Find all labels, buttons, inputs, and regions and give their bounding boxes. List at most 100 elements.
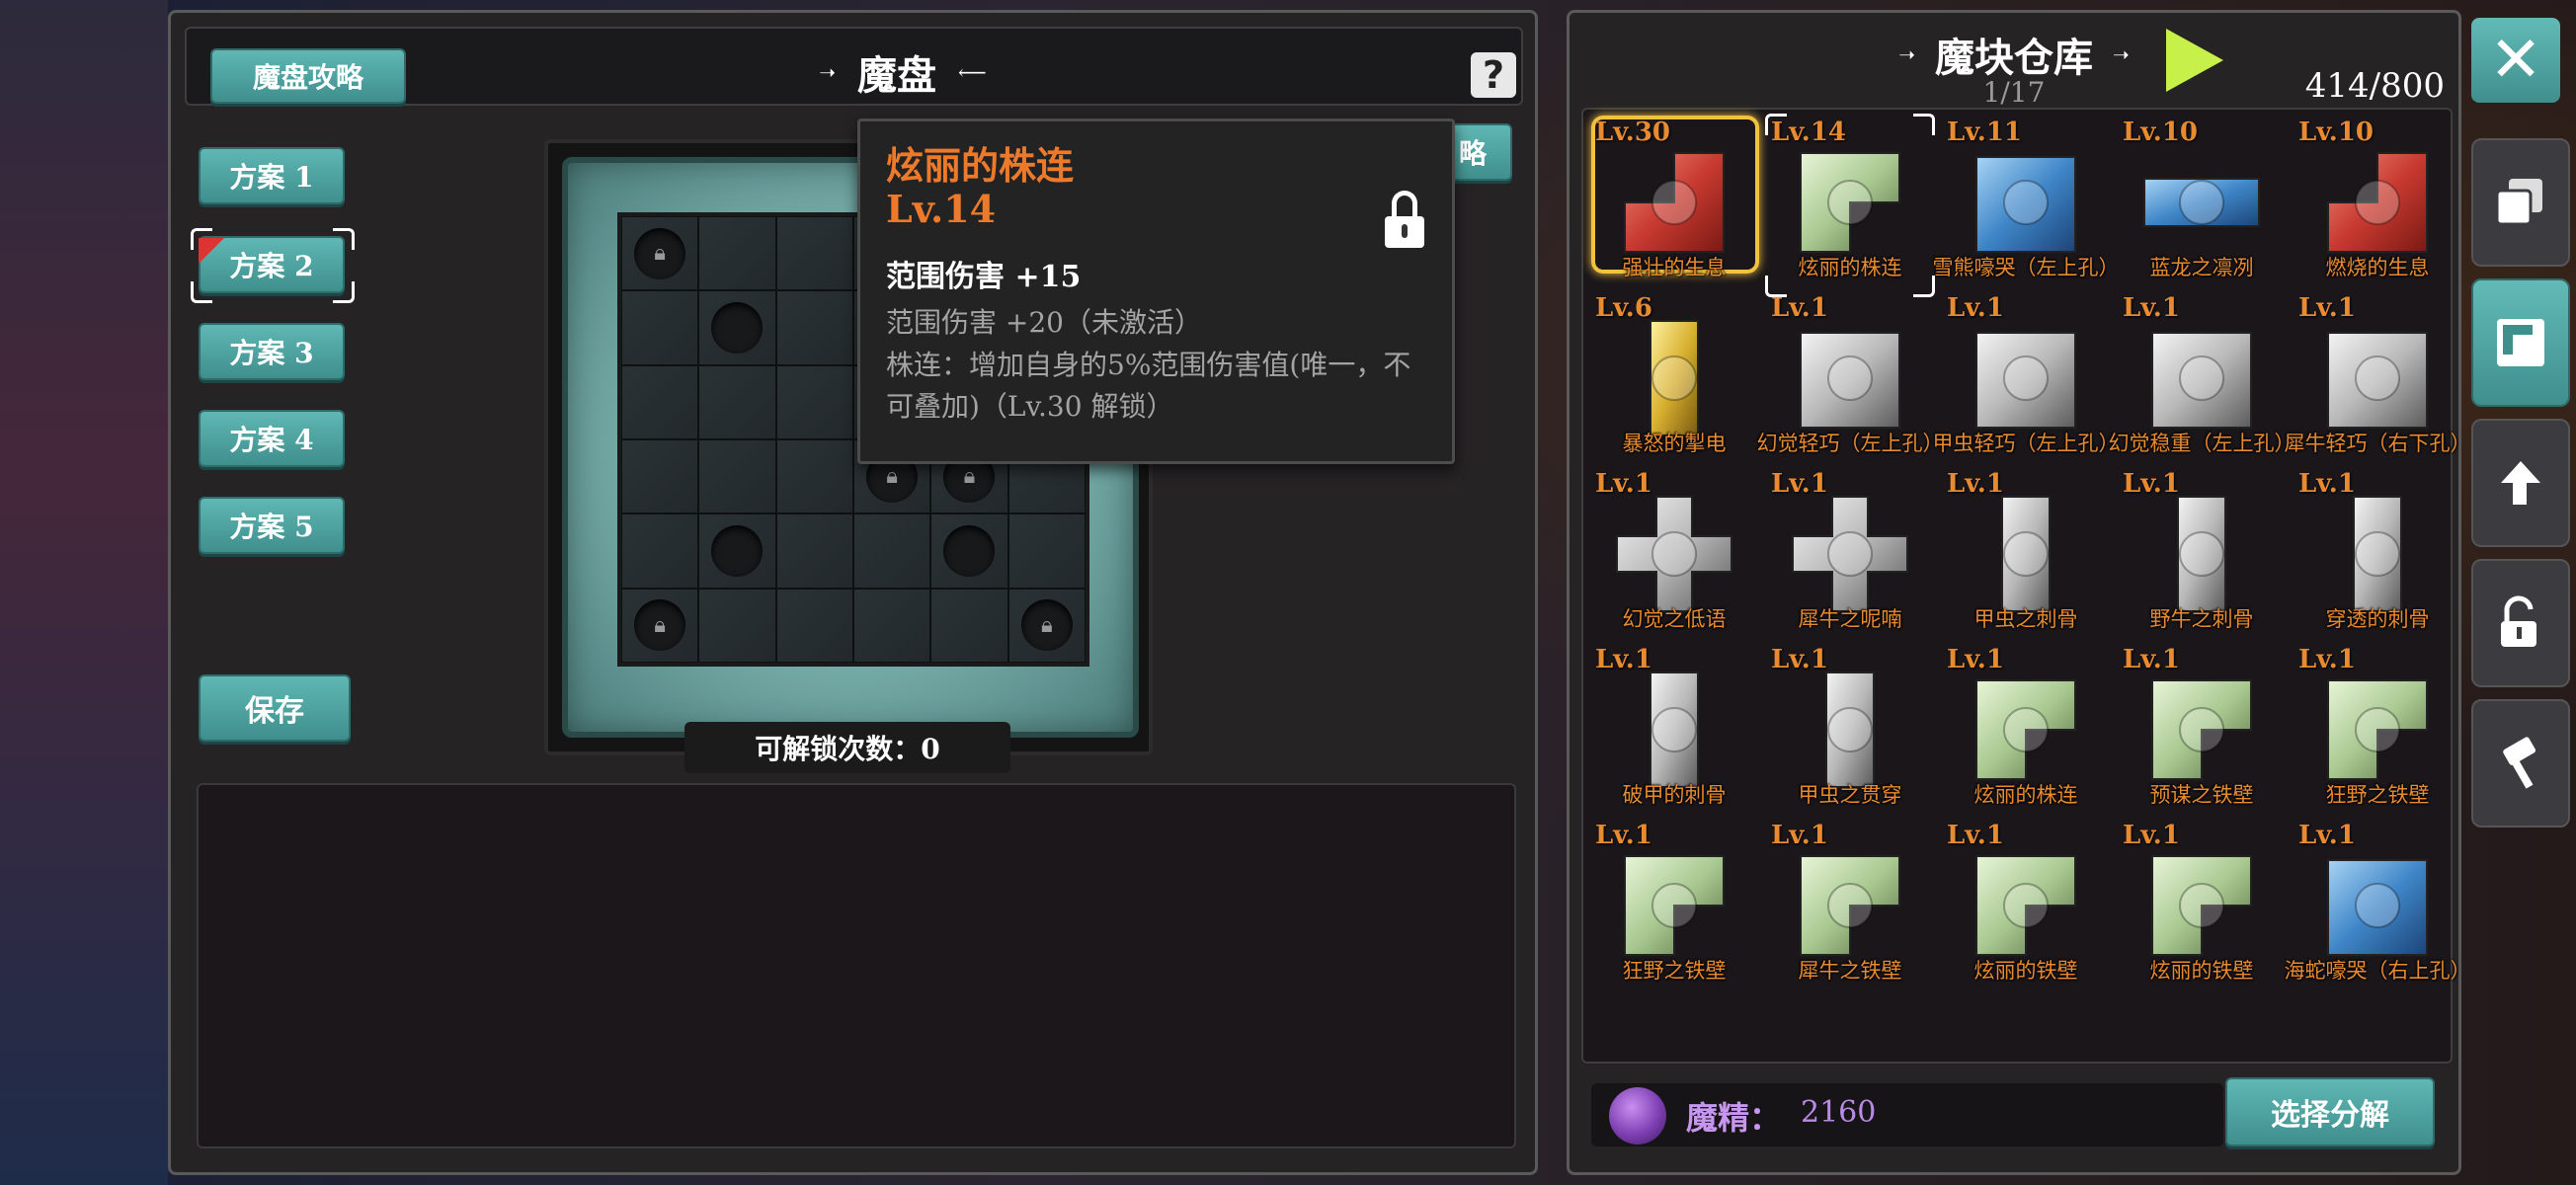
warehouse-item[interactable]: Lv.10 蓝龙之凛冽 — [2115, 114, 2289, 287]
board-cell[interactable] — [930, 514, 1008, 589]
board-cell[interactable] — [930, 588, 1008, 663]
warehouse-item[interactable]: Lv.1 破甲的刺骨 — [1587, 641, 1761, 815]
warehouse-item[interactable]: Lv.14 炫丽的株连 — [1763, 114, 1937, 297]
item-level: Lv.30 — [1595, 118, 1671, 147]
item-level: Lv.1 — [1595, 469, 1652, 499]
item-level: Lv.1 — [1947, 645, 2004, 674]
item-name: 暴怒的掣电 — [1622, 432, 1727, 455]
item-level: Lv.1 — [2123, 293, 2180, 323]
board-cell[interactable] — [775, 364, 853, 439]
warehouse-item[interactable]: Lv.11 雪熊嚎哭（左上孔） — [1933, 114, 2120, 287]
warehouse-item[interactable]: Lv.1 预谋之铁壁 — [2115, 641, 2289, 815]
warehouse-item[interactable]: Lv.1 甲虫轻巧（左上孔） — [1933, 289, 2120, 463]
board-cell[interactable] — [775, 439, 853, 514]
warehouse-item[interactable]: Lv.10 燃烧的生息 — [2291, 114, 2464, 287]
board-cell[interactable]: 🔒︎ — [1007, 588, 1086, 663]
copy-icon[interactable] — [2471, 138, 2570, 267]
board-cell[interactable] — [775, 216, 853, 291]
item-level: Lv.14 — [1771, 118, 1847, 147]
board-cell[interactable] — [621, 439, 699, 514]
lock-icon[interactable] — [1385, 191, 1424, 250]
board-cell[interactable] — [698, 290, 776, 365]
blue-bar-h-block-icon — [2142, 143, 2261, 262]
item-level: Lv.1 — [2298, 293, 2356, 323]
item-name: 燃烧的生息 — [2325, 256, 2430, 279]
essence-gem-icon — [1609, 1087, 1666, 1145]
gray-bar-v-block-icon — [1615, 671, 1733, 789]
return-icon[interactable] — [2471, 419, 2570, 547]
guide-button[interactable]: 魔盘攻略 — [210, 48, 406, 104]
warehouse-item[interactable]: Lv.1 甲虫之刺骨 — [1939, 465, 2113, 639]
title-arrow-left-icon: ➝ — [1898, 42, 1915, 66]
green-L-top-block-icon — [1967, 846, 2085, 965]
board-cell[interactable] — [698, 364, 776, 439]
item-level: Lv.1 — [1595, 821, 1652, 850]
plan-3-button[interactable]: 方案 3 — [199, 323, 345, 380]
item-level: Lv.1 — [2123, 469, 2180, 499]
next-page-play-icon[interactable] — [2166, 29, 2223, 92]
item-name: 海蛇嚎哭（右上孔） — [2284, 959, 2471, 983]
warehouse-item[interactable]: Lv.1 幻觉稳重（左上孔） — [2109, 289, 2295, 463]
warehouse-item[interactable]: Lv.1 甲虫之贯穿 — [1763, 641, 1937, 815]
warehouse-item[interactable]: Lv.1 海蛇嚎哭（右上孔） — [2285, 817, 2471, 990]
green-L-top-block-icon — [2142, 846, 2261, 965]
plan-1-button[interactable]: 方案 1 — [199, 147, 345, 204]
unlock-icon[interactable] — [2471, 559, 2570, 687]
warehouse-item[interactable]: Lv.1 犀牛轻巧（右下孔） — [2285, 289, 2471, 463]
title-arrow-left-icon: ➝ — [819, 60, 837, 84]
red-L-corner-block-icon — [2318, 143, 2437, 262]
board-cell[interactable] — [698, 514, 776, 589]
board-cell[interactable] — [698, 439, 776, 514]
select-decompose-button[interactable]: 选择分解 — [2225, 1077, 2435, 1146]
warehouse-item[interactable]: Lv.1 炫丽的株连 — [1939, 641, 2113, 815]
board-cell[interactable]: 🔒︎ — [621, 588, 699, 663]
warehouse-title: 魔块仓库 — [1935, 35, 2093, 81]
warehouse-item[interactable]: Lv.30 强壮的生息 — [1587, 114, 1761, 287]
warehouse-item[interactable]: Lv.6 暴怒的掣电 — [1587, 289, 1761, 463]
green-L-top-block-icon — [2142, 671, 2261, 789]
save-button[interactable]: 保存 — [199, 674, 351, 742]
warehouse-item[interactable]: Lv.1 炫丽的铁壁 — [2115, 817, 2289, 990]
board-cell[interactable] — [775, 588, 853, 663]
page-indicator: 1/17 — [1982, 76, 2046, 109]
gray-bar-v-block-icon — [2142, 495, 2261, 613]
green-L-top-block-icon — [1967, 671, 2085, 789]
board-cell[interactable] — [775, 290, 853, 365]
essence-bar: 魔精： 2160 — [1591, 1083, 2223, 1146]
warehouse-item[interactable]: Lv.1 狂野之铁壁 — [1587, 817, 1761, 990]
board-cell[interactable] — [853, 588, 931, 663]
board-cell[interactable] — [621, 290, 699, 365]
warehouse-item[interactable]: Lv.1 犀牛之铁壁 — [1763, 817, 1937, 990]
plan-4-button[interactable]: 方案 4 — [199, 410, 345, 467]
item-name: 甲虫之贯穿 — [1798, 783, 1902, 807]
board-cell[interactable]: 🔒︎ — [621, 216, 699, 291]
board-cell[interactable] — [853, 514, 931, 589]
board-cell[interactable] — [621, 364, 699, 439]
block-warehouse-panel: ➝ 魔块仓库 ➝ 1/17 414/800 Lv.30 强壮的生息 Lv.14 炫丽… — [1567, 10, 2471, 1175]
warehouse-item[interactable]: Lv.1 幻觉轻巧（左上孔） — [1757, 289, 1944, 463]
warehouse-item[interactable]: Lv.1 犀牛之呢喃 — [1763, 465, 1937, 639]
description-box — [197, 783, 1516, 1148]
hammer-icon[interactable] — [2471, 699, 2570, 828]
warehouse-item[interactable]: Lv.1 野牛之刺骨 — [2115, 465, 2289, 639]
item-name: 幻觉轻巧（左上孔） — [1756, 432, 1944, 455]
blue-square-block-icon — [2318, 846, 2437, 965]
warehouse-item[interactable]: Lv.1 幻觉之低语 — [1587, 465, 1761, 639]
close-icon[interactable]: ✕ — [2471, 18, 2560, 103]
gray-square-block-icon — [2142, 319, 2261, 437]
plan-5-button[interactable]: 方案 5 — [199, 497, 345, 554]
board-cell[interactable] — [1007, 514, 1086, 589]
lock-icon: 🔒︎ — [886, 464, 899, 490]
gold-bar-v-block-icon — [1615, 319, 1733, 437]
frame-icon[interactable] — [2471, 278, 2570, 407]
board-cell[interactable] — [698, 588, 776, 663]
warehouse-item[interactable]: Lv.1 穿透的刺骨 — [2291, 465, 2464, 639]
board-cell[interactable] — [621, 514, 699, 589]
warehouse-item[interactable]: Lv.1 炫丽的铁壁 — [1939, 817, 2113, 990]
board-cell[interactable] — [775, 514, 853, 589]
warehouse-title-wrap: ➝ 魔块仓库 ➝ — [1886, 25, 2142, 84]
board-cell[interactable] — [698, 216, 776, 291]
item-name: 幻觉稳重（左上孔） — [2108, 432, 2295, 455]
help-icon[interactable]: ? — [1471, 52, 1516, 98]
warehouse-item[interactable]: Lv.1 狂野之铁壁 — [2291, 641, 2464, 815]
